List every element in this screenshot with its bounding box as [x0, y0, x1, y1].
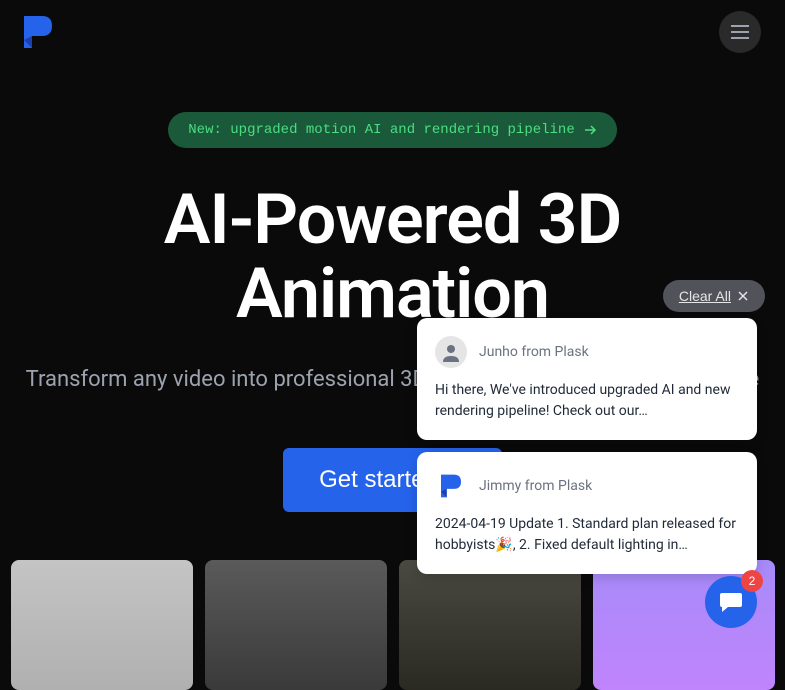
notification-header: Jimmy from Plask	[435, 470, 739, 502]
notification-body: 2024-04-19 Update 1. Standard plan relea…	[435, 514, 739, 556]
plask-logo-icon	[441, 474, 461, 498]
person-icon	[441, 342, 461, 362]
clear-all-button[interactable]: Clear All	[663, 280, 765, 312]
menu-button[interactable]	[719, 11, 761, 53]
notification-card[interactable]: Junho from Plask Hi there, We've introdu…	[417, 318, 757, 440]
chat-badge: 2	[741, 570, 763, 592]
avatar	[435, 470, 467, 502]
notification-body: Hi there, We've introduced upgraded AI a…	[435, 380, 739, 422]
header	[0, 0, 785, 64]
chat-icon	[718, 589, 744, 615]
notification-card[interactable]: Jimmy from Plask 2024-04-19 Update 1. St…	[417, 452, 757, 574]
arrow-right-icon	[583, 123, 597, 137]
new-badge-label: New: upgraded motion AI and rendering pi…	[188, 122, 574, 138]
thumbnail-row	[0, 560, 785, 690]
chat-button[interactable]: 2	[705, 576, 757, 628]
close-icon	[737, 290, 749, 302]
hero-title: AI-Powered 3D Animation	[164, 184, 622, 331]
notifications-panel: Junho from Plask Hi there, We've introdu…	[417, 318, 757, 574]
new-badge[interactable]: New: upgraded motion AI and rendering pi…	[168, 112, 616, 148]
thumbnail-item[interactable]	[399, 560, 581, 690]
hamburger-icon	[731, 25, 749, 39]
plask-logo	[24, 16, 52, 48]
avatar	[435, 336, 467, 368]
notification-from: Junho from Plask	[479, 344, 589, 360]
thumbnail-item[interactable]	[205, 560, 387, 690]
thumbnail-item[interactable]	[11, 560, 193, 690]
notification-from: Jimmy from Plask	[479, 478, 592, 494]
notification-header: Junho from Plask	[435, 336, 739, 368]
clear-all-label: Clear All	[679, 288, 731, 304]
